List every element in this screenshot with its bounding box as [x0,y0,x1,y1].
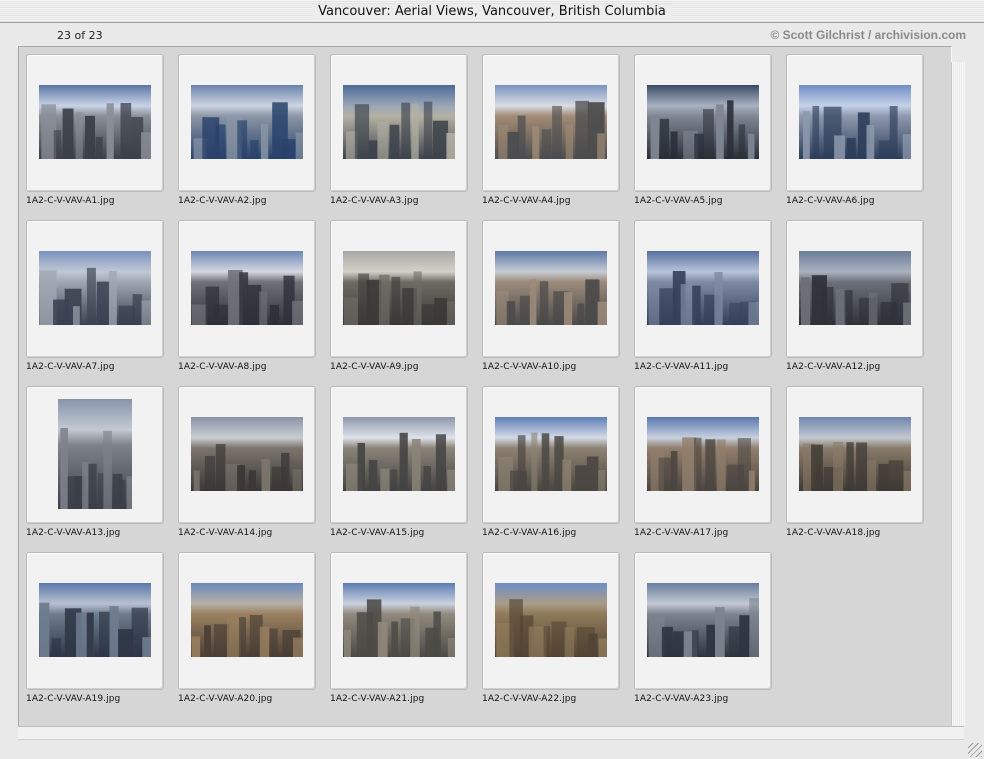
slide-mount[interactable] [26,54,164,192]
thumbnail-image[interactable] [39,583,151,657]
thumbnail-image[interactable] [343,85,455,159]
thumbnail-filename: 1A2-C-V-VAV-A18.jpg [786,528,881,538]
slide-mount[interactable] [634,552,772,690]
resize-grip-icon[interactable] [968,743,982,757]
vertical-scrollbar[interactable] [951,62,966,726]
slide-mount[interactable] [330,54,468,192]
slide-mount[interactable] [178,54,316,192]
thumbnail-filename: 1A2-C-V-VAV-A3.jpg [330,196,419,206]
thumbnail-filename: 1A2-C-V-VAV-A2.jpg [178,196,267,206]
thumbnail-image[interactable] [191,85,303,159]
slide-mount[interactable] [786,386,924,524]
slide-mount[interactable] [330,386,468,524]
thumbnail-image[interactable] [647,85,759,159]
thumbnail-filename: 1A2-C-V-VAV-A23.jpg [634,694,729,704]
thumbnail-image[interactable] [191,251,303,325]
slide-mount[interactable] [634,54,772,192]
thumbnail-image[interactable] [39,251,151,325]
slide-mount[interactable] [178,386,316,524]
thumbnail-filename: 1A2-C-V-VAV-A10.jpg [482,362,577,372]
slide-mount[interactable] [26,552,164,690]
image-count: 23 of 23 [57,29,103,42]
thumbnail-filename: 1A2-C-V-VAV-A15.jpg [330,528,425,538]
thumbnail-image[interactable] [799,85,911,159]
thumbnail-image[interactable] [191,417,303,491]
slide-mount[interactable] [330,552,468,690]
thumbnail-image[interactable] [495,583,607,657]
slide-mount[interactable] [178,220,316,358]
thumbnail-filename: 1A2-C-V-VAV-A14.jpg [178,528,273,538]
window-title: Vancouver: Aerial Views, Vancouver, Brit… [312,4,672,20]
slide-mount[interactable] [786,220,924,358]
copyright-notice: © Scott Gilchrist / archivision.com [770,28,966,42]
slide-mount[interactable] [482,386,620,524]
slide-mount[interactable] [482,54,620,192]
thumbnail-image[interactable] [495,417,607,491]
thumbnail-filename: 1A2-C-V-VAV-A8.jpg [178,362,267,372]
slide-mount[interactable] [634,386,772,524]
thumbnail-filename: 1A2-C-V-VAV-A11.jpg [634,362,729,372]
thumbnail-filename: 1A2-C-V-VAV-A9.jpg [330,362,419,372]
thumbnail-grid: 1A2-C-V-VAV-A1.jpg 1A2-C-V-VAV-A2.jpg 1A2-… [18,46,952,728]
thumbnail-filename: 1A2-C-V-VAV-A5.jpg [634,196,723,206]
thumbnail-image[interactable] [191,583,303,657]
thumbnail-filename: 1A2-C-V-VAV-A17.jpg [634,528,729,538]
window-titlebar[interactable]: Vancouver: Aerial Views, Vancouver, Brit… [0,0,984,23]
slide-mount[interactable] [26,386,164,524]
thumbnail-image[interactable] [343,417,455,491]
thumbnail-image[interactable] [495,251,607,325]
thumbnail-image[interactable] [647,583,759,657]
thumbnail-image[interactable] [495,85,607,159]
horizontal-scrollbar[interactable] [18,726,964,740]
thumbnail-filename: 1A2-C-V-VAV-A16.jpg [482,528,577,538]
thumbnail-filename: 1A2-C-V-VAV-A6.jpg [786,196,875,206]
slide-mount[interactable] [482,552,620,690]
thumbnail-filename: 1A2-C-V-VAV-A13.jpg [26,528,121,538]
slide-mount[interactable] [178,552,316,690]
thumbnail-image[interactable] [799,417,911,491]
slide-mount[interactable] [634,220,772,358]
slide-mount[interactable] [786,54,924,192]
slide-mount[interactable] [330,220,468,358]
thumbnail-filename: 1A2-C-V-VAV-A19.jpg [26,694,121,704]
thumbnail-image[interactable] [799,251,911,325]
thumbnail-filename: 1A2-C-V-VAV-A1.jpg [26,196,115,206]
thumbnail-image[interactable] [647,251,759,325]
slide-mount[interactable] [26,220,164,358]
thumbnail-filename: 1A2-C-V-VAV-A7.jpg [26,362,115,372]
thumbnail-image[interactable] [39,85,151,159]
thumbnail-image[interactable] [343,583,455,657]
slide-mount[interactable] [482,220,620,358]
thumbnail-filename: 1A2-C-V-VAV-A22.jpg [482,694,577,704]
thumbnail-filename: 1A2-C-V-VAV-A12.jpg [786,362,881,372]
thumbnail-filename: 1A2-C-V-VAV-A4.jpg [482,196,571,206]
thumbnail-filename: 1A2-C-V-VAV-A20.jpg [178,694,273,704]
thumbnail-image[interactable] [647,417,759,491]
thumbnail-image[interactable] [58,399,132,509]
thumbnail-image[interactable] [343,251,455,325]
thumbnail-filename: 1A2-C-V-VAV-A21.jpg [330,694,425,704]
